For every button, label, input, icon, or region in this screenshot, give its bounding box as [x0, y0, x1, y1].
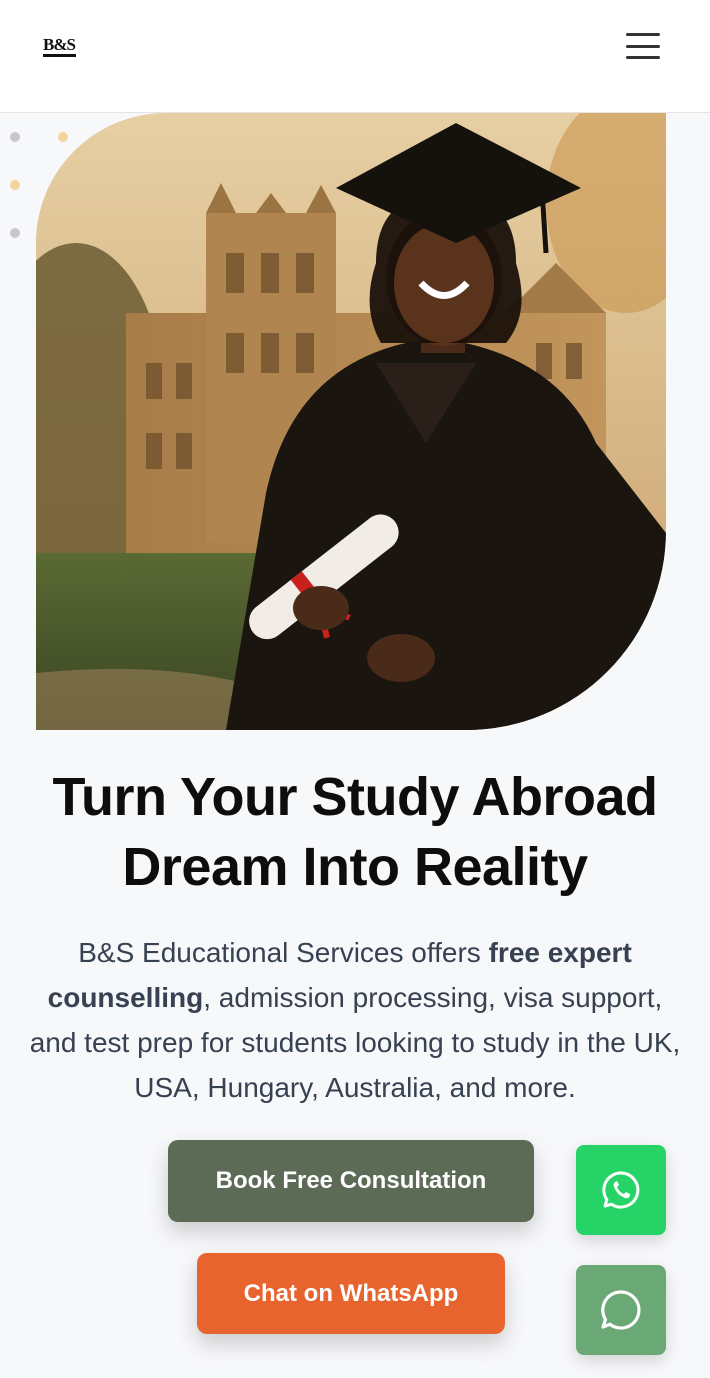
chat-fab[interactable] — [576, 1265, 666, 1355]
menu-line — [626, 44, 660, 48]
hamburger-icon[interactable] — [622, 30, 664, 62]
graduate-photo — [36, 113, 666, 730]
headline-line-1: Turn Your Study Abroad — [52, 767, 659, 827]
menu-line — [626, 33, 660, 36]
decorative-dot — [58, 132, 68, 142]
hero-description: B&S Educational Services offers free exp… — [22, 930, 688, 1110]
description-intro: B&S Educational Services offers — [78, 937, 489, 968]
site-header: B&S — [0, 0, 710, 113]
decorative-dot — [10, 180, 20, 190]
logo-text: B&S — [43, 35, 76, 54]
whatsapp-fab[interactable] — [576, 1145, 666, 1235]
headline-line-2: Dream Into Reality — [122, 837, 588, 897]
hero-headline: Turn Your Study Abroad Dream Into Realit… — [20, 762, 690, 902]
decorative-dot — [10, 132, 20, 142]
book-consultation-button[interactable]: Book Free Consultation — [168, 1140, 534, 1222]
chat-whatsapp-button[interactable]: Chat on WhatsApp — [197, 1253, 505, 1334]
logo-underline — [42, 54, 76, 57]
decorative-dot — [10, 228, 20, 238]
logo[interactable]: B&S — [42, 36, 76, 58]
chat-bubble-icon — [601, 1290, 641, 1330]
whatsapp-icon — [602, 1171, 640, 1209]
menu-line — [626, 56, 660, 59]
